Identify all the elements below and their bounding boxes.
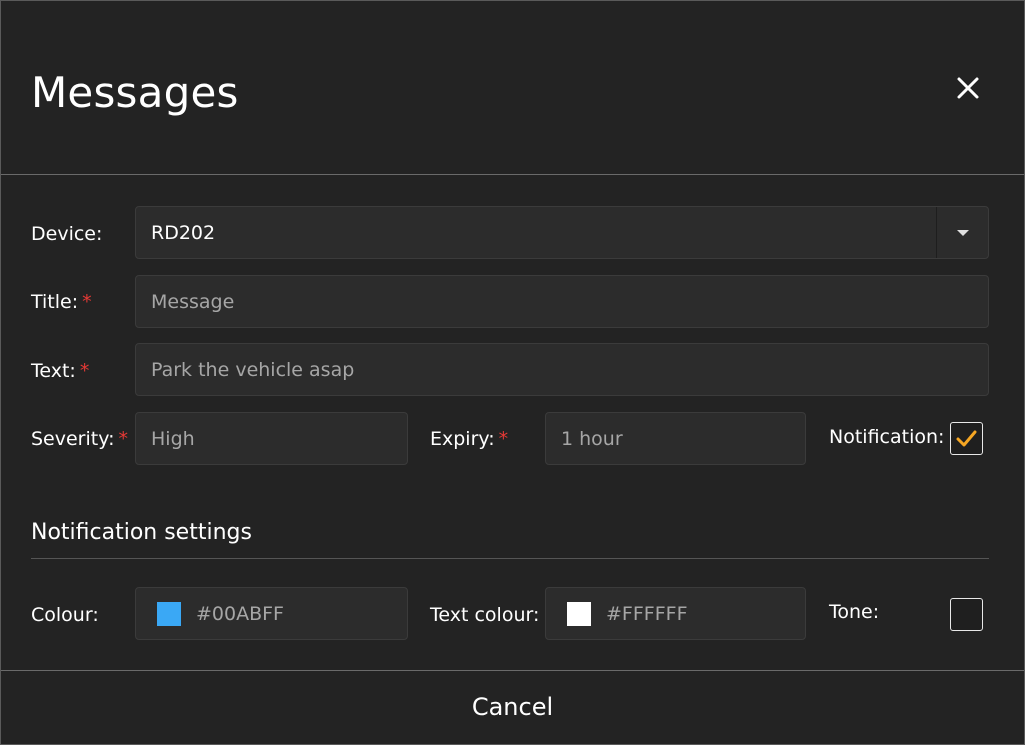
close-button[interactable] bbox=[953, 73, 983, 103]
title-input[interactable]: Message bbox=[135, 275, 989, 328]
device-dropdown-toggle[interactable] bbox=[936, 207, 988, 258]
colour-swatch[interactable] bbox=[157, 602, 181, 626]
required-mark: * bbox=[82, 291, 92, 313]
cancel-button[interactable]: Cancel bbox=[1, 671, 1024, 745]
device-value: RD202 bbox=[151, 222, 216, 244]
severity-label-text: Severity: bbox=[31, 428, 115, 450]
messages-dialog: Messages Device: RD202 Title: * Message T… bbox=[0, 0, 1025, 745]
colour-label: Colour: bbox=[31, 604, 99, 626]
title-label: Title: * bbox=[31, 290, 92, 314]
text-colour-swatch[interactable] bbox=[567, 602, 591, 626]
severity-label: Severity: * bbox=[31, 427, 128, 451]
text-value: Park the vehicle asap bbox=[151, 359, 355, 381]
dialog-title: Messages bbox=[31, 68, 239, 117]
severity-value: High bbox=[151, 428, 195, 450]
expiry-value: 1 hour bbox=[561, 428, 623, 450]
device-label-text: Device: bbox=[31, 223, 103, 245]
tone-label: Tone: bbox=[829, 601, 880, 623]
colour-picker[interactable]: #00ABFF bbox=[135, 587, 408, 640]
section-divider bbox=[31, 558, 989, 559]
title-label-text: Title: bbox=[31, 291, 79, 313]
text-colour-label: Text colour: bbox=[430, 604, 540, 626]
notification-label: Notification: bbox=[829, 426, 945, 448]
expiry-label-text: Expiry: bbox=[430, 428, 495, 450]
text-input[interactable]: Park the vehicle asap bbox=[135, 343, 989, 396]
severity-select[interactable]: High bbox=[135, 412, 408, 465]
required-mark: * bbox=[118, 428, 129, 450]
text-colour-value: #FFFFFF bbox=[606, 603, 688, 625]
required-mark: * bbox=[79, 360, 90, 382]
notification-settings-heading: Notification settings bbox=[31, 520, 252, 545]
dialog-footer: Cancel bbox=[1, 670, 1024, 745]
chevron-down-icon bbox=[957, 230, 969, 236]
close-icon bbox=[957, 77, 979, 99]
check-icon bbox=[956, 430, 977, 447]
text-colour-picker[interactable]: #FFFFFF bbox=[545, 587, 806, 640]
dialog-header: Messages bbox=[1, 1, 1024, 175]
text-label: Text: * bbox=[31, 359, 89, 383]
notification-checkbox[interactable] bbox=[950, 422, 983, 455]
colour-value: #00ABFF bbox=[196, 603, 284, 625]
required-mark: * bbox=[498, 428, 509, 450]
text-label-text: Text: bbox=[31, 360, 76, 382]
expiry-label: Expiry: * bbox=[430, 427, 508, 451]
expiry-select[interactable]: 1 hour bbox=[545, 412, 806, 465]
device-select[interactable]: RD202 bbox=[135, 206, 989, 259]
title-value: Message bbox=[151, 291, 235, 313]
device-label: Device: bbox=[31, 222, 102, 246]
tone-checkbox[interactable] bbox=[950, 598, 983, 631]
